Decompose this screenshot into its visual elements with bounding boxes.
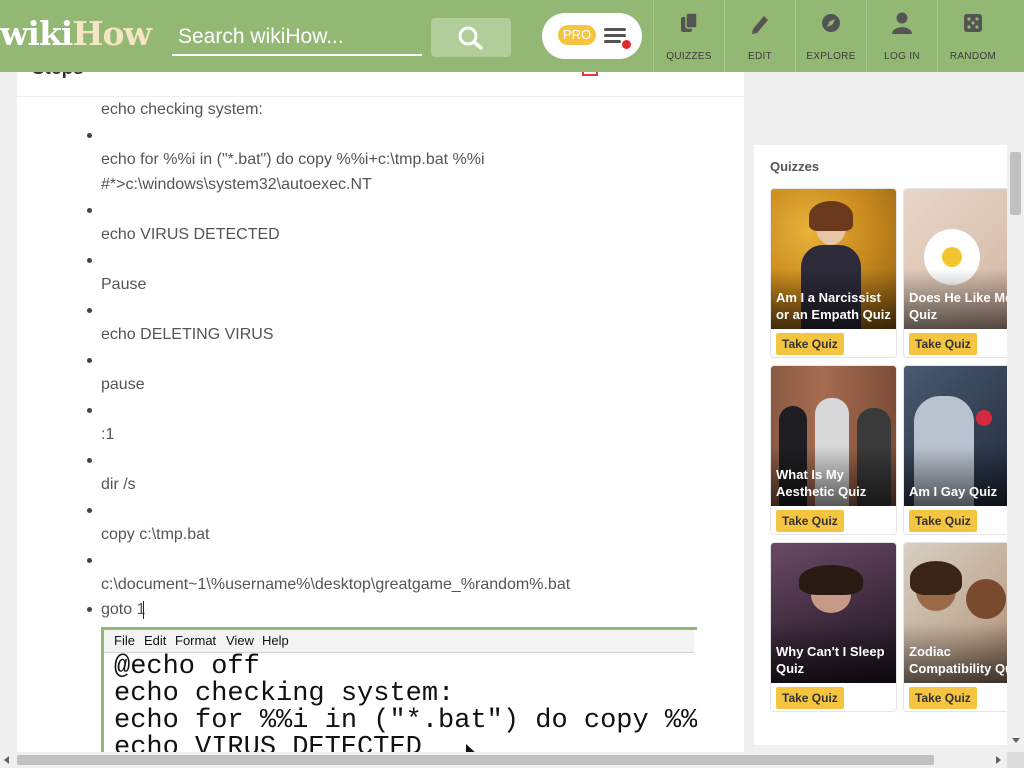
nav-label: QUIZZES bbox=[666, 51, 712, 62]
list-bullet bbox=[87, 508, 92, 513]
search-button[interactable] bbox=[431, 18, 511, 57]
nav-random[interactable]: RANDOM bbox=[937, 0, 1008, 72]
list-bullet bbox=[87, 208, 92, 213]
quizzes-icon bbox=[681, 12, 698, 32]
hamburger-menu-icon bbox=[604, 28, 631, 49]
search-box bbox=[172, 20, 422, 56]
list-bullet bbox=[87, 358, 92, 363]
list-item: copy c:\tmp.bat bbox=[101, 526, 210, 543]
notification-dot bbox=[622, 40, 631, 49]
quiz-image: Zodiac Compatibility Quiz bbox=[904, 543, 1008, 683]
steps-heading: Steps bbox=[32, 72, 84, 80]
list-bullet bbox=[87, 258, 92, 263]
list-item: c:\document~1\%username%\desktop\greatga… bbox=[101, 576, 571, 593]
steps-toggle-icon[interactable] bbox=[582, 72, 598, 76]
scrollbar-corner bbox=[1007, 752, 1024, 768]
logo-text-wiki: wiki bbox=[0, 14, 73, 53]
compass-icon bbox=[822, 14, 840, 32]
quiz-card[interactable]: Why Can't I Sleep Quiz Take Quiz bbox=[770, 542, 897, 712]
take-quiz-button[interactable]: Take Quiz bbox=[909, 687, 977, 709]
scroll-left-arrow-icon[interactable] bbox=[4, 756, 9, 764]
code-line: echo VIRUS DETECTED bbox=[114, 733, 422, 753]
list-bullet bbox=[87, 558, 92, 563]
list-bullet bbox=[87, 308, 92, 313]
quiz-image: What Is My Aesthetic Quiz bbox=[771, 366, 896, 506]
quiz-image: Why Can't I Sleep Quiz bbox=[771, 543, 896, 683]
nav-login[interactable]: LOG IN bbox=[866, 0, 937, 72]
take-quiz-button[interactable]: Take Quiz bbox=[909, 333, 977, 355]
pro-menu-button[interactable]: PRO bbox=[542, 13, 642, 59]
quiz-title: Why Can't I Sleep Quiz bbox=[776, 644, 885, 676]
text-cursor bbox=[143, 601, 150, 619]
quiz-card[interactable]: Does He Like Me Quiz Take Quiz bbox=[903, 188, 1008, 358]
quiz-title: Zodiac Compatibility Quiz bbox=[909, 644, 1008, 676]
pro-badge: PRO bbox=[558, 25, 596, 45]
take-quiz-button[interactable]: Take Quiz bbox=[909, 510, 977, 532]
menu-edit: Edit bbox=[144, 633, 167, 648]
take-quiz-button[interactable]: Take Quiz bbox=[776, 687, 844, 709]
menu-help: Help bbox=[262, 633, 289, 648]
vertical-scroll-thumb[interactable] bbox=[1010, 152, 1021, 215]
logo-text-how: How bbox=[72, 14, 152, 53]
list-item: Pause bbox=[101, 276, 147, 293]
menu-file: File bbox=[114, 633, 135, 648]
list-item: pause bbox=[101, 376, 145, 393]
nav-label: LOG IN bbox=[884, 51, 920, 62]
list-bullet bbox=[87, 408, 92, 413]
quiz-title: Am I a Narcissist or an Empath Quiz bbox=[776, 290, 891, 322]
list-item: echo DELETING VIRUS bbox=[101, 326, 274, 343]
list-item: goto 1 bbox=[101, 601, 146, 618]
mouse-pointer-icon bbox=[466, 744, 475, 752]
quiz-card[interactable]: Am I a Narcissist or an Empath Quiz Take… bbox=[770, 188, 897, 358]
horizontal-scrollbar[interactable] bbox=[0, 752, 1007, 768]
list-item: #*>c:\windows\system32\autoexec.NT bbox=[101, 176, 372, 193]
top-header: wikiHow PRO QUIZZES EDIT EX bbox=[0, 0, 1024, 72]
scroll-right-arrow-icon[interactable] bbox=[996, 756, 1001, 764]
list-item: echo VIRUS DETECTED bbox=[101, 226, 280, 243]
take-quiz-button[interactable]: Take Quiz bbox=[776, 510, 844, 532]
vertical-scrollbar[interactable] bbox=[1007, 72, 1024, 752]
quizzes-sidebar: Quizzes Am I a Narcissist or an Empath Q… bbox=[754, 145, 1008, 745]
list-item: echo checking system: bbox=[101, 101, 263, 118]
list-bullet bbox=[87, 607, 92, 612]
quiz-card[interactable]: Zodiac Compatibility Quiz Take Quiz bbox=[903, 542, 1008, 712]
quiz-image: Am I Gay Quiz bbox=[904, 366, 1008, 506]
list-item: dir /s bbox=[101, 476, 136, 493]
nav-label: EXPLORE bbox=[806, 51, 856, 62]
list-item: :1 bbox=[101, 426, 115, 443]
list-bullet bbox=[87, 133, 92, 138]
quiz-title: Does He Like Me Quiz bbox=[909, 290, 1008, 322]
code-line: echo checking system: bbox=[114, 679, 455, 709]
search-icon bbox=[458, 26, 483, 50]
nav-label: EDIT bbox=[748, 51, 772, 62]
user-icon bbox=[892, 12, 912, 34]
notepad-menu-bar: File Edit Format View Help bbox=[104, 630, 694, 653]
quiz-image: Does He Like Me Quiz bbox=[904, 189, 1008, 329]
nav-quizzes[interactable]: QUIZZES bbox=[653, 0, 724, 72]
take-quiz-button[interactable]: Take Quiz bbox=[776, 333, 844, 355]
menu-view: View bbox=[226, 633, 254, 648]
code-line: echo for %%i in ("*.bat") do copy %%i bbox=[114, 706, 697, 736]
quiz-card[interactable]: What Is My Aesthetic Quiz Take Quiz bbox=[770, 365, 897, 535]
list-item: echo for %%i in ("*.bat") do copy %%i+c:… bbox=[101, 151, 485, 168]
sidebar-title: Quizzes bbox=[770, 159, 820, 174]
code-line: @echo off bbox=[114, 652, 260, 682]
quiz-title: Am I Gay Quiz bbox=[909, 484, 998, 499]
quiz-image: Am I a Narcissist or an Empath Quiz bbox=[771, 189, 896, 329]
wikihow-logo[interactable]: wikiHow bbox=[0, 14, 152, 54]
horizontal-scroll-thumb[interactable] bbox=[17, 755, 934, 765]
dice-icon bbox=[964, 14, 982, 32]
pencil-icon bbox=[752, 16, 768, 34]
menu-format: Format bbox=[175, 633, 217, 648]
quiz-card[interactable]: Am I Gay Quiz Take Quiz bbox=[903, 365, 1008, 535]
nav-edit[interactable]: EDIT bbox=[724, 0, 795, 72]
step-screenshot[interactable]: File Edit Format View Help @echo off ech… bbox=[101, 627, 697, 752]
scroll-down-arrow-icon[interactable] bbox=[1012, 738, 1020, 743]
list-bullet bbox=[87, 458, 92, 463]
search-input[interactable] bbox=[178, 22, 418, 52]
quiz-title: What Is My Aesthetic Quiz bbox=[776, 467, 867, 499]
nav-explore[interactable]: EXPLORE bbox=[795, 0, 866, 72]
nav-label: RANDOM bbox=[949, 51, 997, 62]
article-content: Steps echo checking system: echo for %%i… bbox=[17, 72, 744, 752]
